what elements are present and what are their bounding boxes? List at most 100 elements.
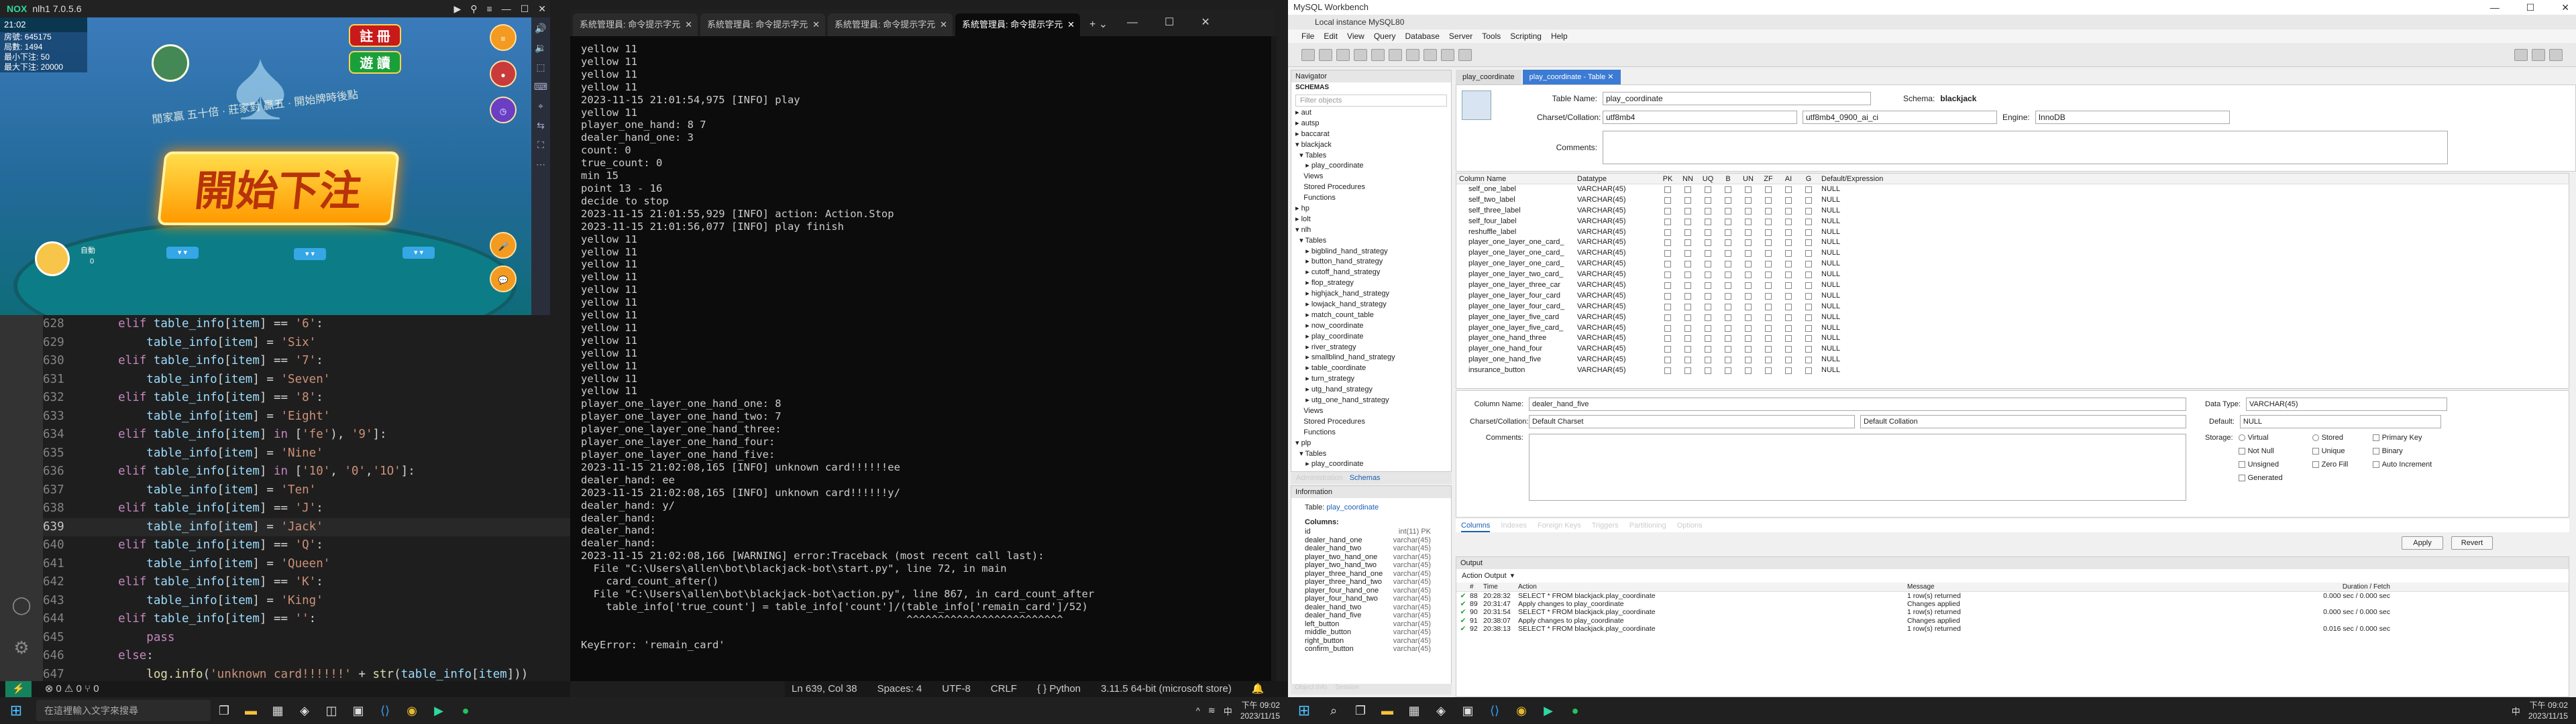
create-view-icon[interactable]	[1389, 48, 1402, 61]
app-icon[interactable]: ▦	[264, 697, 291, 724]
datatype-cell[interactable]: VARCHAR(45)	[1577, 365, 1658, 376]
checkbox[interactable]	[1725, 261, 1731, 268]
nox-title-bar[interactable]: NOX nlh1 7.0.5.6 ▶ ⚲ ≡ — ☐ ✕	[0, 0, 550, 17]
checkbox[interactable]	[1705, 186, 1711, 193]
checkbox[interactable]	[1805, 292, 1812, 300]
line-ending[interactable]: CRLF	[991, 681, 1017, 697]
settings-gear-icon[interactable]	[2514, 48, 2528, 61]
checkbox[interactable]	[1684, 239, 1691, 247]
terminal-icon[interactable]: ▣	[1454, 697, 1481, 724]
menu-item-query[interactable]: Query	[1374, 29, 1396, 43]
tree-item[interactable]: Functions	[1291, 428, 1451, 438]
checkbox[interactable]	[2372, 461, 2379, 468]
vscode-icon[interactable]: ⟨⟩	[372, 697, 398, 724]
create-table-icon[interactable]	[1371, 48, 1385, 61]
checkbox[interactable]	[1785, 196, 1792, 204]
file-explorer-icon[interactable]: ▬	[237, 697, 264, 724]
output-row[interactable]: ✔ 89 20:31:47 Apply changes to play_coordin…	[1456, 600, 2569, 608]
table-row[interactable]: player_one_hand_three VARCHAR(45) NULL	[1456, 333, 2569, 344]
menu-item-tools[interactable]: Tools	[1482, 29, 1501, 43]
language-mode[interactable]: { } Python	[1037, 681, 1081, 697]
demo-button[interactable]: 遊 讀	[349, 51, 401, 74]
checkbox[interactable]	[1765, 314, 1772, 321]
checkbox[interactable]	[1765, 324, 1772, 332]
remote-icon[interactable]: ⚡	[5, 681, 32, 697]
column-name-cell[interactable]: self_two_label	[1456, 195, 1577, 206]
tree-item[interactable]: ▸ play_coordinate	[1291, 161, 1451, 172]
checkbox[interactable]	[1785, 324, 1792, 332]
encoding[interactable]: UTF-8	[942, 681, 971, 697]
columns-grid[interactable]: Column Name Datatype PK NN UQ B UN ZF AI G Default…	[1456, 173, 2569, 389]
checkbox[interactable]	[1765, 292, 1772, 300]
tree-item[interactable]: Views	[1291, 406, 1451, 417]
filter-objects-input[interactable]: Filter objects	[1295, 95, 1447, 107]
checkbox[interactable]	[1805, 239, 1812, 247]
column-comments-textarea[interactable]	[1529, 434, 2186, 501]
tree-item[interactable]: Stored Procedures	[1291, 417, 1451, 428]
create-procedure-icon[interactable]	[1406, 48, 1419, 61]
grid-header-cell[interactable]: AI	[1778, 174, 1799, 184]
ime-indicator[interactable]: 中	[2512, 705, 2520, 717]
windows-start-icon[interactable]: ⊞	[1288, 697, 1320, 724]
checkbox[interactable]	[1745, 314, 1752, 321]
checkbox[interactable]	[1684, 357, 1691, 364]
checkbox[interactable]	[1664, 186, 1671, 193]
checkbox[interactable]	[2238, 448, 2245, 455]
create-function-icon[interactable]	[1424, 48, 1437, 61]
tree-item[interactable]: ▸ table_coordinate	[1291, 363, 1451, 374]
engine-select[interactable]: InnoDB	[2035, 111, 2230, 124]
vscode-icon[interactable]: ⟨⟩	[1481, 697, 1508, 724]
datatype-cell[interactable]: VARCHAR(45)	[1577, 217, 1658, 227]
menu-item-file[interactable]: File	[1301, 29, 1314, 43]
datatype-cell[interactable]: VARCHAR(45)	[1577, 302, 1658, 312]
datatype-cell[interactable]: VARCHAR(45)	[1577, 291, 1658, 302]
default-cell[interactable]: NULL	[1819, 184, 1953, 195]
task-view-icon[interactable]: ❐	[1347, 697, 1374, 724]
checkbox[interactable]	[1684, 335, 1691, 343]
tab-schemas[interactable]: Schemas	[1350, 472, 1381, 484]
checkbox[interactable]	[1785, 239, 1792, 247]
checkbox[interactable]	[1785, 346, 1792, 353]
checkbox[interactable]	[1765, 357, 1772, 364]
checkbox[interactable]	[1765, 207, 1772, 215]
screenshot-icon[interactable]: ⬚	[536, 62, 545, 73]
checkbox[interactable]	[1705, 282, 1711, 289]
default-cell[interactable]: NULL	[1819, 291, 1953, 302]
checkbox[interactable]	[1664, 335, 1671, 343]
checkbox[interactable]	[1664, 250, 1671, 257]
tab-object-info[interactable]: Object Info	[1295, 684, 1327, 695]
default-cell[interactable]: NULL	[1819, 269, 1953, 280]
checkbox[interactable]	[1805, 335, 1812, 343]
create-schema-icon[interactable]	[1354, 48, 1367, 61]
column-charset-select[interactable]: Default Charset	[1529, 415, 1855, 428]
checkbox[interactable]	[1705, 272, 1711, 279]
tree-item[interactable]: ▸ now_coordinate	[1291, 321, 1451, 332]
bet-spot-left[interactable]: ▾ ▾	[166, 247, 199, 259]
tree-item[interactable]: ▸ utg_one_hand_strategy	[1291, 396, 1451, 406]
checkbox[interactable]	[1765, 186, 1772, 193]
datatype-cell[interactable]: VARCHAR(45)	[1577, 344, 1658, 355]
microphone-icon[interactable]: 🎤	[490, 232, 517, 259]
checkbox[interactable]	[1745, 261, 1752, 268]
apply-button[interactable]: Apply	[2402, 536, 2443, 550]
checkbox[interactable]	[1664, 229, 1671, 236]
checkbox[interactable]	[1684, 229, 1691, 236]
checkbox[interactable]	[1785, 303, 1792, 310]
subtab-columns[interactable]: Columns	[1461, 519, 1491, 532]
checkbox[interactable]	[1785, 261, 1792, 268]
layout-icon[interactable]	[2532, 48, 2545, 61]
checkbox[interactable]	[1805, 218, 1812, 225]
checkbox[interactable]	[1805, 196, 1812, 204]
open-sql-icon[interactable]	[1319, 48, 1332, 61]
checkbox[interactable]	[1705, 261, 1711, 268]
checkbox[interactable]	[1725, 186, 1731, 193]
datatype-cell[interactable]: VARCHAR(45)	[1577, 312, 1658, 323]
close-icon[interactable]: ✕	[940, 13, 947, 36]
tree-item[interactable]: ▸ button_hand_strategy	[1291, 257, 1451, 267]
default-cell[interactable]: NULL	[1819, 365, 1953, 376]
menu-icon[interactable]: ≡	[487, 0, 492, 17]
checkbox[interactable]	[1745, 229, 1752, 236]
checkbox[interactable]	[1725, 292, 1731, 300]
checkbox[interactable]	[1664, 324, 1671, 332]
checkbox[interactable]	[2238, 461, 2245, 468]
